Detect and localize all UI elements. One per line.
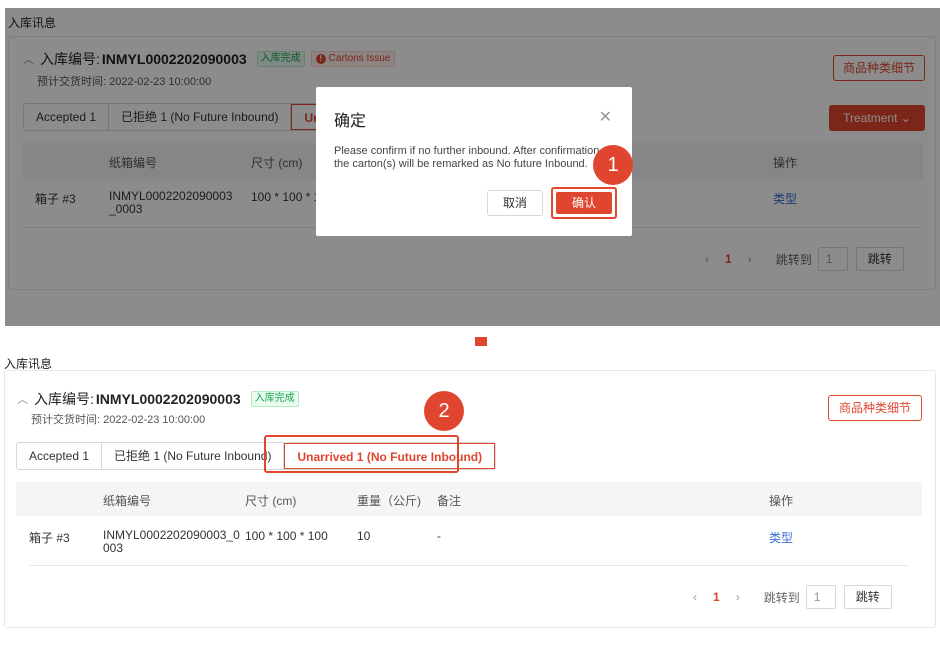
cancel-button[interactable]: 取消 [487, 190, 543, 216]
column-weight: 重量（公斤) [357, 494, 421, 508]
inbound-label: 入库编号: [34, 391, 94, 407]
jump-label: 跳转到 [763, 590, 800, 605]
dialog-message-line2: the carton(s) will be remarked as No fut… [334, 158, 588, 170]
dialog-title: 确定 [334, 113, 367, 130]
column-note: 备注 [437, 494, 462, 508]
before-screenshot: 入库讯息 ︿ 入库编号: INMYL0002202090003 入库完成 ! Ca… [0, 0, 940, 326]
collapse-caret-icon[interactable]: ︿ [17, 391, 28, 407]
status-badge: 入库完成 [250, 391, 299, 407]
dialog-message-line1: Please confirm if no further inbound. Af… [334, 145, 600, 157]
pagination: ‹ 1 › 跳转到 1 跳转 [683, 585, 892, 609]
dialog-message: Please confirm if no further inbound. Af… [334, 145, 614, 171]
next-page-icon[interactable]: › [736, 590, 740, 604]
type-link[interactable]: 类型 [769, 529, 793, 546]
size-value: 100 * 100 * 100 [245, 529, 328, 543]
confirm-button[interactable]: 确认 [556, 192, 612, 214]
product-detail-button[interactable]: 商品种类细节 [828, 395, 922, 421]
current-page[interactable]: 1 [713, 590, 720, 604]
prev-page-icon[interactable]: ‹ [693, 590, 697, 604]
after-screenshot: 入库讯息 ︿ 入库编号: INMYL0002202090003 入库完成 预计交… [0, 346, 940, 656]
step-badge-1: 1 [593, 145, 633, 185]
tab-rejected[interactable]: 已拒绝 1 (No Future Inbound) [102, 443, 285, 469]
carton-number-line1: INMYL0002202090003_0 [103, 528, 240, 542]
column-size: 尺寸 (cm) [245, 494, 297, 508]
column-action: 操作 [769, 494, 794, 508]
box-label: 箱子 #3 [29, 531, 70, 545]
confirm-highlight: 确认 [551, 187, 617, 219]
step-badge-2: 2 [424, 391, 464, 431]
carton-number-line2: 003 [103, 541, 124, 555]
inbound-header: ︿ 入库编号: INMYL0002202090003 入库完成 [17, 389, 299, 409]
note-value: - [437, 529, 441, 543]
inbound-card: ︿ 入库编号: INMYL0002202090003 入库完成 预计交货时间: … [4, 370, 936, 628]
row-divider [29, 565, 909, 566]
eta-text: 预计交货时间: 2022-02-23 10:00:00 [31, 414, 206, 426]
jump-button[interactable]: 跳转 [843, 585, 892, 609]
close-icon[interactable]: ✕ [599, 107, 612, 127]
confirm-dialog: 确定 ✕ Please confirm if no further inboun… [316, 87, 632, 236]
inbound-number: INMYL0002202090003 [95, 391, 241, 407]
weight-value: 10 [357, 529, 371, 543]
carton-number: INMYL0002202090003_0 003 [103, 529, 240, 555]
jump-page-input[interactable]: 1 [805, 585, 836, 609]
tab-accepted[interactable]: Accepted 1 [17, 443, 103, 469]
column-carton-no: 纸箱编号 [103, 494, 152, 508]
tab-highlight [264, 435, 459, 473]
